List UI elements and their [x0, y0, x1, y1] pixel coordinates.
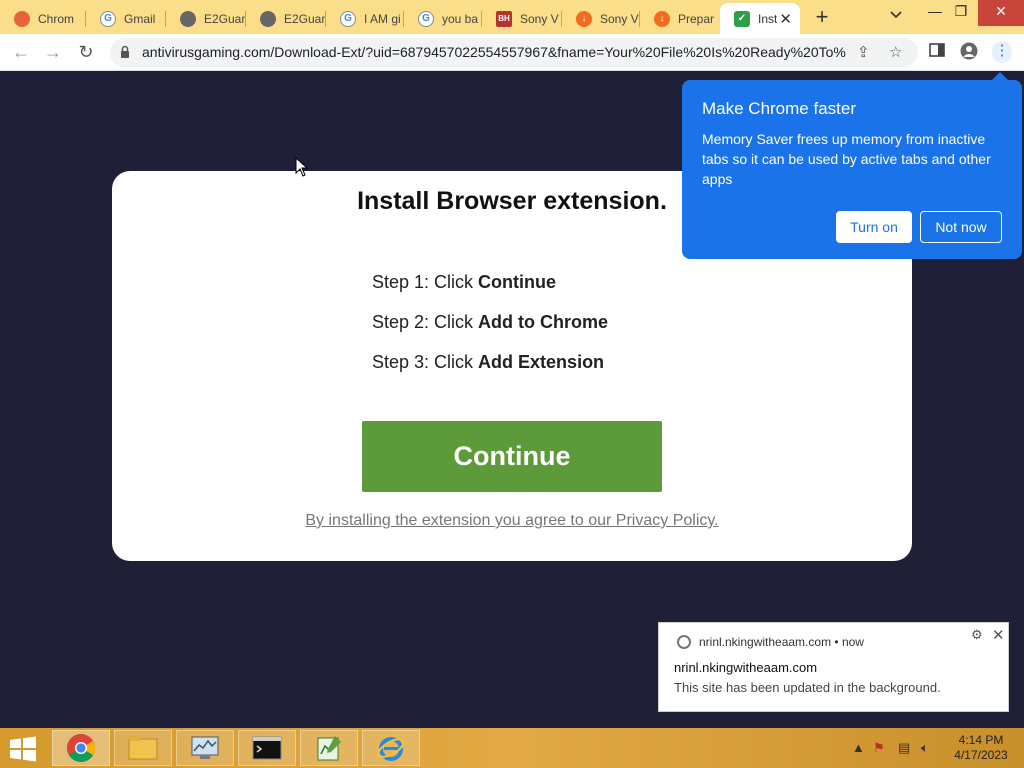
- step-prefix: Step 3: Click: [372, 352, 479, 372]
- internet-explorer-icon: [377, 737, 405, 761]
- chrome-globe-icon: [677, 635, 691, 649]
- tab-gmail[interactable]: G Gmail: [86, 3, 166, 34]
- globe-icon: [260, 10, 276, 27]
- tab-label: Prepar: [678, 11, 715, 26]
- google-icon: G: [418, 10, 434, 27]
- notification-time: now: [841, 635, 864, 649]
- tab-e2guardian-1[interactable]: E2Guar: [166, 3, 246, 34]
- continue-button[interactable]: Continue: [362, 421, 662, 492]
- monitor-chart-icon: [191, 736, 219, 759]
- reload-icon[interactable]: ↻: [74, 40, 98, 64]
- step-action: Continue: [478, 272, 557, 292]
- download-icon: ↓: [654, 10, 670, 27]
- taskbar-internet-explorer[interactable]: [362, 730, 420, 766]
- lock-icon: [121, 45, 129, 58]
- not-now-button[interactable]: Not now: [920, 211, 1002, 243]
- forward-arrow-icon[interactable]: →: [41, 40, 65, 64]
- tab-label: Inst: [758, 11, 778, 26]
- tab-label: E2Guar: [284, 11, 326, 26]
- bookmark-star-icon[interactable]: ☆: [889, 43, 902, 61]
- terminal-icon: [252, 736, 282, 760]
- mouse-cursor-icon: [295, 157, 309, 177]
- google-icon: G: [340, 10, 356, 27]
- new-tab-button[interactable]: +: [810, 4, 834, 30]
- tab-strip: Chrom G Gmail E2Guar E2Guar G I AM gi G …: [0, 0, 1024, 34]
- sony-icon: BH: [496, 10, 512, 27]
- chrome-icon: [14, 10, 30, 27]
- tab-label: E2Guar: [204, 11, 246, 26]
- side-panel-icon[interactable]: [927, 42, 947, 62]
- tab-label: Sony V: [520, 11, 559, 26]
- tab-google-search-2[interactable]: G you ba: [404, 3, 482, 34]
- step-3: Step 3: Click Add Extension: [372, 352, 604, 373]
- action-center-flag-icon[interactable]: ⚑: [873, 740, 885, 756]
- taskbar-resource-monitor[interactable]: [176, 730, 234, 766]
- tab-sony-1[interactable]: BH Sony V: [482, 3, 562, 34]
- clock-time: 4:14 PM: [958, 733, 1004, 747]
- privacy-policy-link[interactable]: By installing the extension you agree to…: [112, 512, 912, 530]
- tab-label: Sony V: [600, 11, 639, 26]
- tab-label: Gmail: [124, 11, 156, 26]
- bubble-body: Memory Saver frees up memory from inacti…: [702, 131, 991, 187]
- taskbar-command-prompt[interactable]: [238, 730, 296, 766]
- taskbar-file-explorer[interactable]: [114, 730, 172, 766]
- network-icon[interactable]: ▤: [898, 740, 910, 756]
- shield-icon: ✓: [734, 10, 750, 27]
- tab-e2guardian-2[interactable]: E2Guar: [246, 3, 326, 34]
- restore-icon[interactable]: ❐: [944, 0, 978, 26]
- notification-close-icon[interactable]: ✕: [992, 626, 1005, 644]
- taskbar-clock[interactable]: 4:14 PM 4/17/2023: [946, 733, 1016, 763]
- taskbar-chrome[interactable]: [52, 730, 110, 766]
- clock-date: 4/17/2023: [954, 748, 1008, 762]
- windows-start-icon[interactable]: [8, 736, 38, 762]
- step-action: Add Extension: [478, 352, 605, 372]
- taskbar-editor[interactable]: [300, 730, 358, 766]
- back-arrow-icon[interactable]: ←: [9, 40, 33, 64]
- step-prefix: Step 2: Click: [372, 312, 479, 332]
- show-hidden-icons-icon[interactable]: ▲: [852, 740, 865, 755]
- share-icon[interactable]: ⇪: [857, 43, 870, 61]
- globe-icon: [180, 10, 196, 27]
- notification-origin-host: nrinl.nkingwitheaam.com: [699, 635, 832, 649]
- step-2: Step 2: Click Add to Chrome: [372, 312, 608, 333]
- gear-icon[interactable]: ⚙: [971, 627, 983, 643]
- bubble-title: Make Chrome faster: [702, 99, 856, 118]
- spreadsheet-edit-icon: [317, 736, 341, 761]
- folder-icon: [128, 736, 158, 760]
- step-1: Step 1: Click Continue: [372, 272, 556, 293]
- tab-google-search-1[interactable]: G I AM gi: [326, 3, 404, 34]
- notification-origin: nrinl.nkingwitheaam.com • now: [699, 635, 864, 649]
- notification-message: This site has been updated in the backgr…: [674, 680, 941, 695]
- step-prefix: Step 1: Click: [372, 272, 479, 292]
- profile-avatar-icon[interactable]: [959, 42, 979, 62]
- url-text[interactable]: antivirusgaming.com/Download-Ext/?uid=68…: [142, 44, 847, 60]
- tab-label: I AM gi: [364, 11, 401, 26]
- notification-title: nrinl.nkingwitheaam.com: [674, 660, 818, 675]
- memory-saver-bubble: Make Chrome faster Memory Saver frees up…: [682, 72, 1022, 259]
- chrome-menu-icon[interactable]: ⋮: [992, 41, 1012, 63]
- google-icon: G: [100, 10, 116, 27]
- tab-label: Chrom: [38, 11, 75, 26]
- windows-taskbar: ▲ ⚑ ▤ 🔈︎ 4:14 PM 4/17/2023: [0, 728, 1024, 768]
- tab-close-icon[interactable]: ✕: [779, 10, 792, 28]
- step-action: Add to Chrome: [478, 312, 609, 332]
- tab-install-active[interactable]: ✓ Inst ✕: [720, 3, 800, 34]
- download-icon: ↓: [576, 10, 592, 27]
- volume-muted-icon[interactable]: 🔈︎: [921, 740, 929, 756]
- tab-chrome[interactable]: Chrom: [0, 3, 86, 34]
- turn-on-button[interactable]: Turn on: [836, 211, 912, 243]
- tab-prepare[interactable]: ↓ Prepar: [640, 3, 720, 34]
- tab-search-chevron-icon[interactable]: [890, 8, 902, 22]
- address-bar[interactable]: antivirusgaming.com/Download-Ext/?uid=68…: [110, 38, 918, 67]
- tab-label: you ba: [442, 11, 479, 26]
- browser-toolbar: ← → ↻ antivirusgaming.com/Download-Ext/?…: [0, 34, 1024, 71]
- window-close-icon[interactable]: ✕: [978, 0, 1024, 26]
- site-notification[interactable]: nrinl.nkingwitheaam.com • now ⚙ ✕ nrinl.…: [658, 622, 1009, 712]
- chrome-icon: [67, 734, 95, 762]
- tab-sony-2[interactable]: ↓ Sony V: [562, 3, 640, 34]
